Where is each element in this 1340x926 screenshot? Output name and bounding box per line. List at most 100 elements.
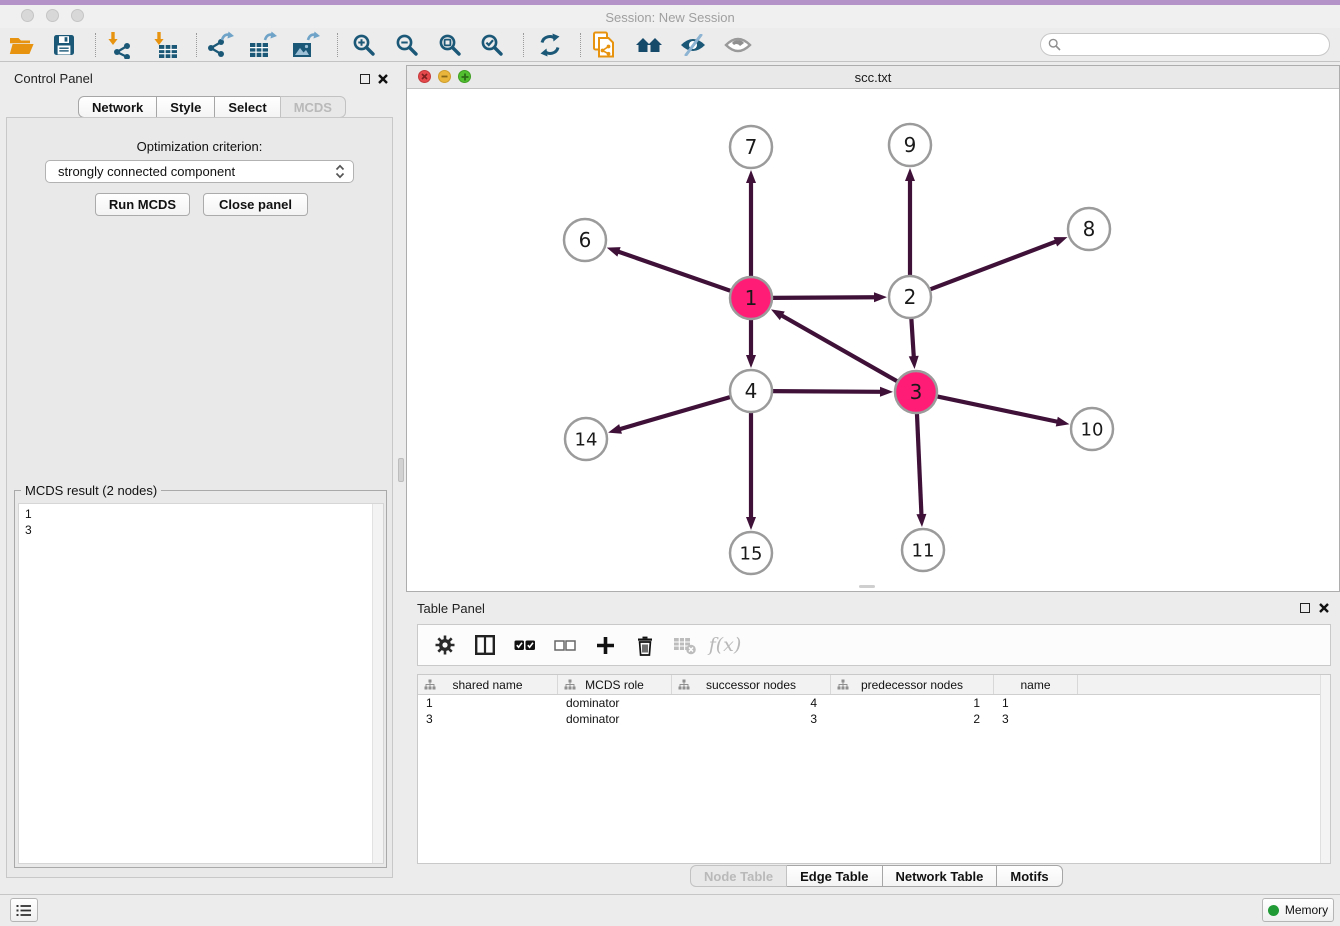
export-table-button[interactable] (247, 30, 279, 60)
function-builder-button[interactable]: f(x) (712, 632, 738, 658)
graph-edge-arrowhead (916, 514, 926, 527)
run-mcds-button[interactable]: Run MCDS (95, 193, 190, 216)
graph-node-label: 2 (904, 285, 917, 309)
delete-table-button[interactable] (672, 632, 698, 658)
cell-predecessor_nodes[interactable]: 2 (831, 712, 994, 726)
export-image-button[interactable] (290, 30, 322, 60)
graph-edge-arrowhead (905, 168, 915, 181)
clone-network-button[interactable] (589, 30, 621, 60)
column-header-shared_name[interactable]: shared name (418, 675, 558, 694)
node-table[interactable]: shared name MCDS role successor nodesprede… (417, 674, 1331, 864)
delete-column-button[interactable] (632, 632, 658, 658)
tab-network-table[interactable]: Network Table (882, 865, 998, 887)
network-resize-handle[interactable] (859, 585, 875, 588)
table-row[interactable]: 1dominator411 (418, 695, 1330, 711)
zoom-out-button[interactable] (391, 30, 423, 60)
table-panel-close-button[interactable] (1318, 601, 1330, 619)
column-header-successor_nodes[interactable]: successor nodes (672, 675, 831, 694)
add-column-button[interactable] (592, 632, 618, 658)
optimization-select[interactable]: strongly connected component (45, 160, 354, 183)
graph-edge[interactable] (617, 251, 731, 291)
select-stepper-icon (335, 164, 345, 179)
tab-edge-table[interactable]: Edge Table (786, 865, 882, 887)
tab-motifs[interactable]: Motifs (996, 865, 1062, 887)
memory-button[interactable]: Memory (1262, 898, 1334, 922)
cell-shared_name[interactable]: 1 (418, 696, 558, 710)
eye-icon (724, 35, 752, 55)
cell-successor_nodes[interactable]: 3 (672, 712, 831, 726)
tab-style[interactable]: Style (156, 96, 215, 118)
graph-edge[interactable] (781, 315, 898, 382)
save-session-button[interactable] (48, 30, 80, 60)
import-table-button[interactable] (149, 30, 181, 60)
tab-select[interactable]: Select (214, 96, 280, 118)
tab-network[interactable]: Network (78, 96, 157, 118)
hierarchy-icon (678, 679, 690, 691)
tab-mcds[interactable]: MCDS (280, 96, 346, 118)
cell-name[interactable]: 3 (994, 712, 1078, 726)
column-layout-button[interactable] (472, 632, 498, 658)
zoom-fit-button[interactable] (434, 30, 466, 60)
control-panel-float-button[interactable] (360, 74, 370, 84)
panel-divider-handle[interactable] (398, 458, 404, 482)
graph-edge[interactable] (917, 413, 922, 516)
graph-edge-arrowhead (607, 247, 621, 256)
zoom-in-button[interactable] (348, 30, 380, 60)
graph-edge-arrowhead (1054, 237, 1068, 246)
hide-selected-button[interactable] (677, 30, 709, 60)
zoom-in-icon (352, 33, 376, 57)
cell-predecessor_nodes[interactable]: 1 (831, 696, 994, 710)
table-panel-float-button[interactable] (1300, 603, 1310, 613)
close-icon (377, 73, 389, 85)
graph-node-label: 14 (575, 429, 598, 450)
cell-name[interactable]: 1 (994, 696, 1078, 710)
graph-edge[interactable] (619, 397, 731, 430)
graph-edge[interactable] (772, 391, 882, 392)
cell-mcds_role[interactable]: dominator (558, 696, 672, 710)
graph-edge[interactable] (930, 241, 1058, 289)
mcds-result-area[interactable]: 1 3 (18, 503, 384, 864)
search-box[interactable] (1040, 33, 1330, 56)
deselect-all-columns-button[interactable] (552, 632, 578, 658)
graph-edge-arrowhead (746, 170, 756, 183)
control-panel-title: Control Panel (14, 71, 93, 86)
graph-edge[interactable] (937, 396, 1059, 422)
first-neighbors-button[interactable] (633, 30, 665, 60)
export-network-button[interactable] (204, 30, 236, 60)
status-bar: Memory (0, 894, 1340, 926)
columns-icon (475, 635, 495, 655)
table-row[interactable]: 3dominator323 (418, 711, 1330, 727)
control-panel-close-button[interactable] (377, 72, 389, 90)
show-all-button[interactable] (722, 30, 754, 60)
zoom-selected-button[interactable] (476, 30, 508, 60)
checked-boxes-icon (514, 636, 536, 654)
table-scrollbar[interactable] (1320, 675, 1330, 863)
column-header-name[interactable]: name (994, 675, 1078, 694)
search-input[interactable] (1065, 36, 1329, 54)
network-canvas[interactable]: 7968124314101511 (407, 89, 1339, 591)
open-file-button[interactable] (6, 30, 38, 60)
network-window-titlebar[interactable]: scc.txt (407, 66, 1339, 89)
task-history-button[interactable] (10, 898, 38, 922)
refresh-view-button[interactable] (534, 30, 566, 60)
hierarchy-icon (424, 679, 436, 691)
hierarchy-icon (564, 679, 576, 691)
column-header-label: MCDS role (585, 678, 644, 692)
cell-successor_nodes[interactable]: 4 (672, 696, 831, 710)
graph-edge-arrowhead (1056, 417, 1070, 427)
tab-node-table[interactable]: Node Table (690, 865, 787, 887)
delete-table-icon (673, 636, 697, 655)
close-panel-button[interactable]: Close panel (203, 193, 308, 216)
cell-shared_name[interactable]: 3 (418, 712, 558, 726)
select-all-columns-button[interactable] (512, 632, 538, 658)
column-header-predecessor_nodes[interactable]: predecessor nodes (831, 675, 994, 694)
graph-edge[interactable] (772, 297, 876, 298)
import-network-button[interactable] (103, 30, 135, 60)
cell-mcds_role[interactable]: dominator (558, 712, 672, 726)
result-scrollbar[interactable] (372, 504, 383, 863)
graph-edge-arrowhead (909, 356, 919, 369)
table-settings-button[interactable] (432, 632, 458, 658)
graph-edge[interactable] (911, 318, 914, 358)
network-graph[interactable]: 7968124314101511 (407, 89, 1339, 591)
column-header-mcds_role[interactable]: MCDS role (558, 675, 672, 694)
